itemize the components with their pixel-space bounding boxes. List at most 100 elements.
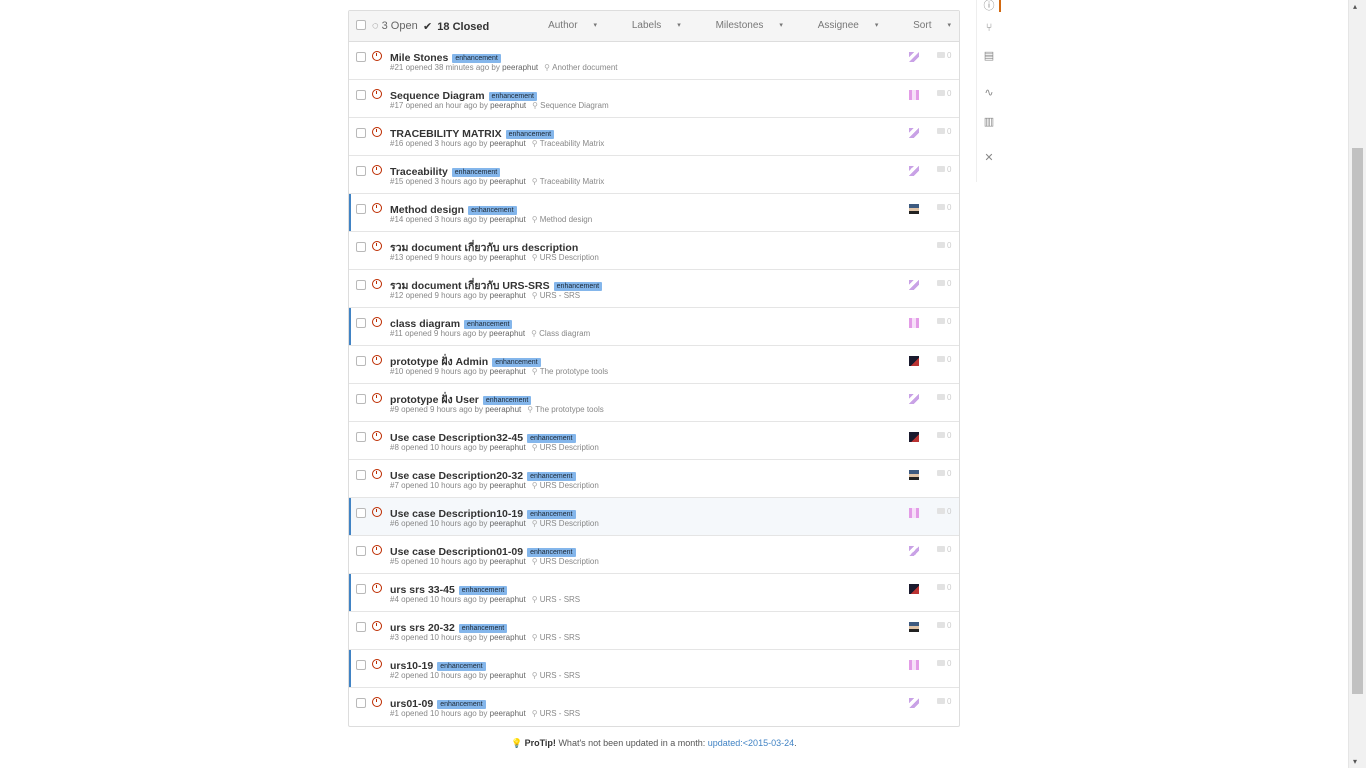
comments-count[interactable]: 0: [937, 127, 951, 136]
enhancement-label[interactable]: enhancement: [437, 662, 486, 671]
issue-row[interactable]: Sequence Diagram enhancement #17 opened an…: [349, 80, 959, 118]
author-link[interactable]: peeraphut: [489, 329, 525, 338]
closed-issues-tab[interactable]: ✔ 18 Closed: [423, 20, 489, 33]
milestone-link[interactable]: ⚲ URS - SRS: [532, 291, 580, 300]
assignee-avatar[interactable]: [909, 356, 919, 366]
graphs-nav-icon[interactable]: ▥: [983, 116, 995, 128]
assignee-avatar[interactable]: [909, 52, 919, 62]
issue-row[interactable]: urs srs 33-45 enhancement #4 opened 10 hou…: [349, 574, 959, 612]
issue-checkbox[interactable]: [356, 166, 366, 176]
assignee-avatar[interactable]: [909, 622, 919, 632]
issue-checkbox[interactable]: [356, 280, 366, 290]
enhancement-label[interactable]: enhancement: [468, 206, 517, 215]
scroll-down-icon[interactable]: ▾: [1353, 757, 1357, 766]
comments-count[interactable]: 0: [937, 279, 951, 288]
milestone-link[interactable]: ⚲ Traceability Matrix: [532, 139, 605, 148]
author-link[interactable]: peeraphut: [490, 709, 526, 718]
assignee-filter[interactable]: Assignee ▾: [802, 20, 879, 31]
pulse-nav-icon[interactable]: ∿: [983, 87, 995, 99]
comments-count[interactable]: 0: [937, 203, 951, 212]
milestone-link[interactable]: ⚲ URS Description: [532, 253, 599, 262]
milestone-link[interactable]: ⚲ The prototype tools: [527, 405, 603, 414]
author-link[interactable]: peeraphut: [490, 291, 526, 300]
issue-checkbox[interactable]: [356, 356, 366, 366]
page-scrollbar[interactable]: ▴ ▾: [1348, 0, 1366, 768]
milestone-link[interactable]: ⚲ Class diagram: [531, 329, 590, 338]
enhancement-label[interactable]: enhancement: [458, 624, 508, 633]
issue-checkbox[interactable]: [356, 128, 366, 138]
enhancement-label[interactable]: enhancement: [482, 396, 532, 405]
issue-checkbox[interactable]: [356, 52, 366, 62]
assignee-avatar[interactable]: [909, 470, 919, 480]
assignee-avatar[interactable]: [909, 698, 919, 708]
protip-link[interactable]: updated:<2015-03-24: [708, 738, 794, 748]
issue-checkbox[interactable]: [356, 204, 366, 214]
scroll-up-icon[interactable]: ▴: [1353, 2, 1357, 11]
issue-row[interactable]: Use case Description01-09 enhancement #5 o…: [349, 536, 959, 574]
issue-checkbox[interactable]: [356, 318, 366, 328]
issue-checkbox[interactable]: [356, 470, 366, 480]
milestone-link[interactable]: ⚲ URS - SRS: [532, 595, 580, 604]
issue-row[interactable]: Mile Stones enhancement #21 opened 38 minu…: [349, 42, 959, 80]
assignee-avatar[interactable]: [909, 584, 919, 594]
comments-count[interactable]: 0: [937, 317, 951, 326]
enhancement-label[interactable]: enhancement: [527, 510, 576, 519]
enhancement-label[interactable]: enhancement: [488, 92, 537, 101]
author-link[interactable]: peeraphut: [490, 253, 526, 262]
author-link[interactable]: peeraphut: [490, 519, 526, 528]
issue-checkbox[interactable]: [356, 90, 366, 100]
assignee-avatar[interactable]: [909, 128, 919, 138]
assignee-avatar[interactable]: [909, 90, 919, 100]
author-link[interactable]: peeraphut: [490, 367, 526, 376]
issue-row[interactable]: รวม document เกี่ยวกับ URS-SRS enhancemen…: [349, 270, 959, 308]
author-link[interactable]: peeraphut: [490, 595, 526, 604]
comments-count[interactable]: 0: [937, 241, 951, 250]
milestone-link[interactable]: ⚲ Sequence Diagram: [532, 101, 608, 110]
assignee-avatar[interactable]: [909, 280, 919, 290]
assignee-avatar[interactable]: [909, 432, 919, 442]
issue-row[interactable]: Traceability enhancement #15 opened 3 hour…: [349, 156, 959, 194]
author-link[interactable]: peeraphut: [490, 215, 526, 224]
milestone-link[interactable]: ⚲ Traceability Matrix: [532, 177, 605, 186]
issue-row[interactable]: urs10-19 enhancement #2 opened 10 hours ag…: [349, 650, 959, 688]
author-link[interactable]: peeraphut: [502, 63, 538, 72]
author-link[interactable]: peeraphut: [490, 139, 526, 148]
milestone-link[interactable]: ⚲ URS Description: [532, 519, 599, 528]
comments-count[interactable]: 0: [937, 355, 951, 364]
select-all-checkbox[interactable]: [356, 20, 366, 30]
issue-checkbox[interactable]: [356, 546, 366, 556]
issues-nav-icon[interactable]: ⓘ: [983, 0, 995, 12]
milestone-link[interactable]: ⚲ The prototype tools: [532, 367, 608, 376]
comments-count[interactable]: 0: [937, 507, 951, 516]
author-filter[interactable]: Author ▾: [532, 20, 597, 31]
issue-row[interactable]: prototype ฝั่ง User enhancement #9 opened …: [349, 384, 959, 422]
issue-row[interactable]: Use case Description10-19 enhancement #6 o…: [349, 498, 959, 536]
issue-row[interactable]: urs srs 20-32 enhancement #3 opened 10 hou…: [349, 612, 959, 650]
issue-row[interactable]: Use case Description32-45 enhancement #8 o…: [349, 422, 959, 460]
comments-count[interactable]: 0: [937, 583, 951, 592]
assignee-avatar[interactable]: [909, 508, 919, 518]
issue-checkbox[interactable]: [356, 660, 366, 670]
author-link[interactable]: peeraphut: [490, 177, 526, 186]
open-issues-tab[interactable]: ◌ 3 Open: [372, 20, 418, 32]
milestones-filter[interactable]: Milestones ▾: [700, 20, 783, 31]
comments-count[interactable]: 0: [937, 469, 951, 478]
comments-count[interactable]: 0: [937, 431, 951, 440]
issue-row[interactable]: Method design enhancement #14 opened 3 hou…: [349, 194, 959, 232]
issue-checkbox[interactable]: [356, 394, 366, 404]
issue-checkbox[interactable]: [356, 432, 366, 442]
comments-count[interactable]: 0: [937, 621, 951, 630]
enhancement-label[interactable]: enhancement: [527, 434, 576, 443]
assignee-avatar[interactable]: [909, 394, 919, 404]
issue-checkbox[interactable]: [356, 584, 366, 594]
author-link[interactable]: peeraphut: [490, 443, 526, 452]
enhancement-label[interactable]: enhancement: [458, 586, 508, 595]
milestone-link[interactable]: ⚲ URS Description: [532, 481, 599, 490]
enhancement-label[interactable]: enhancement: [451, 168, 501, 177]
author-link[interactable]: peeraphut: [490, 633, 526, 642]
enhancement-label[interactable]: enhancement: [553, 282, 603, 291]
author-link[interactable]: peeraphut: [490, 101, 526, 110]
comments-count[interactable]: 0: [937, 697, 951, 706]
issue-checkbox[interactable]: [356, 698, 366, 708]
assignee-avatar[interactable]: [909, 318, 919, 328]
